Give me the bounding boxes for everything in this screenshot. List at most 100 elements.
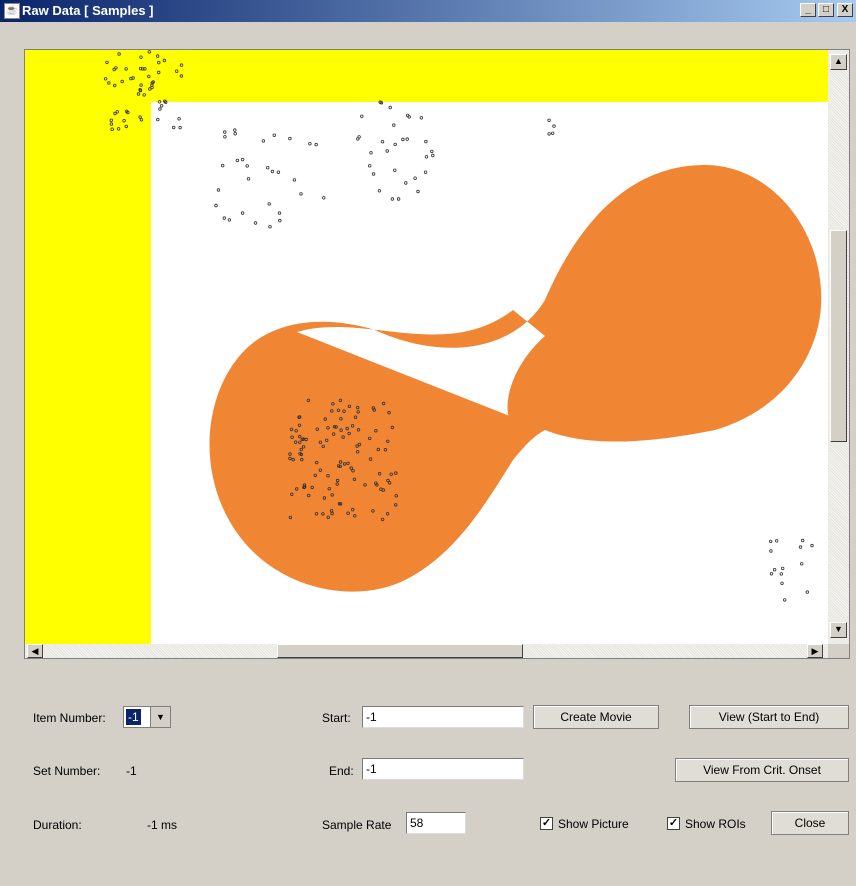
roi-shape bbox=[209, 165, 822, 592]
sample-point bbox=[220, 163, 225, 168]
scroll-up-button[interactable]: ▲ bbox=[830, 54, 847, 70]
start-field[interactable]: -1 bbox=[362, 706, 524, 728]
show-picture-label: Show Picture bbox=[558, 817, 629, 831]
sample-point bbox=[393, 168, 397, 172]
sample-point bbox=[388, 105, 392, 110]
item-number-label: Item Number: bbox=[33, 711, 106, 725]
scrollbar-corner bbox=[828, 644, 849, 658]
sample-point bbox=[270, 169, 275, 174]
sample-point bbox=[240, 211, 245, 215]
duration-value: -1 ms bbox=[147, 818, 177, 832]
sample-point bbox=[368, 164, 372, 168]
sample-point bbox=[552, 124, 556, 128]
window-title: Raw Data [ Samples ] bbox=[22, 3, 154, 18]
horizontal-scroll-thumb[interactable] bbox=[277, 644, 523, 658]
sample-point bbox=[356, 137, 360, 141]
sample-point bbox=[385, 149, 389, 153]
scroll-down-button[interactable]: ▼ bbox=[830, 622, 847, 638]
sample-point bbox=[276, 170, 281, 174]
sample-point bbox=[267, 202, 271, 206]
sample-point bbox=[404, 181, 408, 185]
end-label: End: bbox=[329, 764, 354, 778]
samples-plot bbox=[25, 50, 828, 644]
minimize-button[interactable]: _ bbox=[800, 3, 816, 17]
sample-point bbox=[222, 216, 226, 220]
sample-point bbox=[769, 549, 773, 553]
show-rois-checkbox[interactable]: ✓ bbox=[667, 817, 680, 830]
sample-point bbox=[360, 114, 364, 118]
create-movie-button[interactable]: Create Movie bbox=[533, 705, 659, 729]
sample-point bbox=[413, 176, 417, 180]
yellow-strip-left bbox=[25, 50, 151, 644]
scroll-left-button[interactable]: ◀ bbox=[27, 644, 43, 658]
sample-point bbox=[424, 155, 429, 159]
sample-point bbox=[769, 572, 774, 576]
end-field[interactable]: -1 bbox=[362, 758, 524, 780]
sample-point bbox=[392, 123, 396, 127]
sample-point bbox=[405, 137, 409, 141]
vertical-scrollbar[interactable]: ▲ ▼ bbox=[828, 50, 849, 644]
sample-point bbox=[377, 189, 382, 193]
sample-point bbox=[431, 153, 435, 158]
close-window-button[interactable]: X bbox=[837, 3, 853, 17]
sample-point bbox=[216, 188, 221, 192]
item-number-value: -1 bbox=[126, 709, 141, 725]
sample-point bbox=[551, 131, 555, 135]
sample-point bbox=[245, 164, 249, 168]
sample-point bbox=[292, 178, 297, 182]
sample-point bbox=[780, 581, 784, 585]
sample-point bbox=[171, 125, 176, 130]
sample-point bbox=[233, 128, 237, 132]
set-number-value: -1 bbox=[126, 764, 137, 778]
duration-label: Duration: bbox=[33, 818, 82, 832]
sample-point bbox=[288, 136, 292, 141]
sample-point bbox=[240, 157, 245, 162]
sample-point bbox=[423, 170, 428, 174]
samples-canvas[interactable] bbox=[25, 50, 828, 644]
java-cup-icon: ☕ bbox=[4, 3, 20, 19]
show-picture-checkbox[interactable]: ✓ bbox=[540, 817, 553, 830]
sample-point bbox=[380, 139, 385, 144]
chevron-down-icon[interactable]: ▼ bbox=[150, 707, 170, 727]
maximize-button[interactable]: □ bbox=[818, 3, 834, 17]
sample-point bbox=[235, 158, 240, 163]
sample-point bbox=[308, 141, 312, 146]
sample-rate-field[interactable]: 58 bbox=[406, 812, 466, 834]
view-crit-onset-button[interactable]: View From Crit. Onset bbox=[675, 758, 849, 782]
sample-point bbox=[233, 131, 237, 136]
sample-point bbox=[178, 125, 182, 130]
show-rois-label: Show ROIs bbox=[685, 817, 746, 831]
sample-point bbox=[416, 189, 420, 194]
sample-point bbox=[798, 545, 803, 549]
view-start-end-button[interactable]: View (Start to End) bbox=[689, 705, 849, 729]
set-number-label: Set Number: bbox=[33, 764, 101, 778]
sample-point bbox=[369, 151, 373, 155]
sample-point bbox=[393, 142, 397, 147]
sample-point bbox=[401, 137, 405, 142]
sample-point bbox=[775, 539, 779, 543]
sample-point bbox=[223, 135, 227, 139]
sample-point bbox=[158, 107, 162, 111]
vertical-scroll-thumb[interactable] bbox=[830, 230, 847, 442]
close-button[interactable]: Close bbox=[771, 811, 849, 835]
sample-point bbox=[156, 117, 160, 122]
sample-point bbox=[272, 133, 276, 137]
sample-point bbox=[261, 139, 266, 143]
sample-point bbox=[278, 218, 282, 223]
sample-point bbox=[159, 104, 164, 108]
sample-point bbox=[779, 572, 783, 576]
sample-point bbox=[265, 165, 270, 170]
sample-point bbox=[314, 142, 318, 147]
sample-point bbox=[253, 221, 258, 225]
sample-point bbox=[396, 197, 401, 201]
sample-point bbox=[805, 590, 809, 594]
sample-point bbox=[214, 203, 218, 208]
item-number-combo[interactable]: -1 ▼ bbox=[123, 706, 171, 728]
sample-point bbox=[268, 224, 272, 229]
scroll-right-button[interactable]: ▶ bbox=[807, 644, 823, 658]
sample-point bbox=[371, 172, 376, 176]
sample-point bbox=[547, 132, 551, 136]
sample-point bbox=[322, 196, 326, 200]
horizontal-scrollbar[interactable]: ◀ ▶ bbox=[25, 644, 828, 658]
sample-point bbox=[223, 130, 227, 134]
